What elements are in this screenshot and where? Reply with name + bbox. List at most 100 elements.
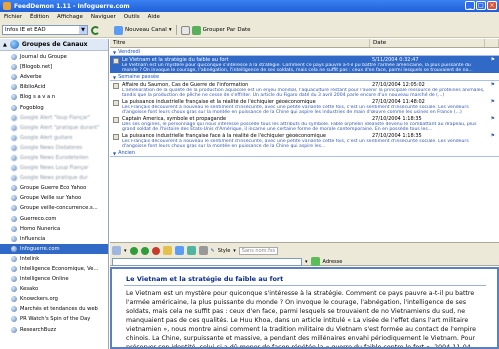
sidebar-feed-item[interactable]: BiblioAcid [0,82,108,92]
sidebar-feed-label: Intelligence Online [20,276,69,283]
sidebar-feed-item[interactable]: Groupe Veille sur Yahoo [0,193,108,203]
collapse-icon[interactable]: ▲ [3,42,7,48]
sidebar-feed-item[interactable]: Adverbe [0,72,108,82]
feed-list: Journal du Groupe [Blogob.net] Adverbe Bibl… [0,51,108,335]
print-icon[interactable] [162,246,172,255]
sidebar-feed-item[interactable]: Google News pratique dur [0,173,108,183]
sidebar-feed-item[interactable]: Homo Nunerica [0,224,108,234]
feed-icon [11,296,17,303]
date-group-header[interactable]: ▼ Vendredi [110,49,499,56]
sidebar-feed-item[interactable]: Influencia [0,234,108,244]
chevron-down-icon[interactable]: ▾ [305,259,308,265]
collapse-icon[interactable]: ▼ [113,151,116,156]
bookmark-icon[interactable] [186,246,196,255]
stop-icon[interactable] [151,246,160,255]
sidebar-feed-item[interactable]: Kesako [0,284,108,294]
sidebar-feed-item[interactable]: Google News Loup Fiançar [0,163,108,173]
collapse-icon[interactable]: ▼ [113,75,116,80]
group-by-label: Grouper Par [202,27,236,33]
sidebar-feed-item[interactable]: ResearchBuzz [0,325,108,335]
article-viewer-title[interactable]: Le Vietnam et la stratégie du faible au … [126,275,283,283]
minimize-button[interactable]: _ [465,1,475,10]
sidebar-feed-item[interactable]: Marchés et tendances du web [0,304,108,314]
chevron-down-icon[interactable]: ▼ [79,26,87,34]
sidebar-feed-item[interactable]: Infoguerre.com [0,243,108,254]
flag-icon[interactable]: ⚑ [491,57,495,63]
edit-icon[interactable] [180,25,190,35]
search-icon[interactable] [198,246,208,255]
article-row[interactable]: Captain America, symbole et propagande 27… [110,115,499,132]
sidebar-feed-item[interactable]: PR Watch's Spin of the Day [0,314,108,324]
date-group-title: Semaine passée [118,74,160,80]
sidebar-feed-item[interactable]: Groupe veille-concurrence.s... [0,203,108,213]
article-row[interactable]: La puissance industrielle française et l… [110,98,499,115]
channel-groups-title: Groupes de Canaux [21,41,88,48]
sidebar-feed-item[interactable]: Google Alert guitare [0,133,108,143]
maximize-button[interactable]: □ [476,1,486,10]
sidebar-feed-label: Guerreco.com [20,215,57,222]
sidebar-feed-label: Google Alert guitare [20,134,73,141]
feed-icon [11,195,17,202]
menu-aide[interactable]: Aide [148,14,160,20]
sidebar-feed-item[interactable]: Groupe Guerre Eco Yahoo [0,183,108,193]
menu-naviguer[interactable]: Naviguer [91,14,116,20]
email-icon[interactable] [174,246,184,255]
sidebar-feed-label: [Blogob.net] [20,64,53,71]
sidebar-feed-item[interactable]: Knowckers.org [0,294,108,304]
check-icon[interactable] [191,25,201,35]
style-label[interactable]: Style [218,248,231,254]
sidebar-feed-item[interactable]: Fogoblog [0,102,108,112]
sidebar-feed-label: Google Alert "pratique durant" [20,124,100,131]
sidebar-feed-item[interactable]: [Blogob.net] [0,62,108,72]
new-channel-icon [114,25,123,35]
sidebar-feed-item[interactable]: Guerreco.com [0,214,108,224]
column-flag[interactable] [485,39,499,47]
palette-icon[interactable]: ✎ [211,248,215,254]
sidebar-feed-item[interactable]: Journal du Groupe [0,52,108,62]
chevron-down-icon[interactable]: ▾ [169,27,172,33]
menu-outils[interactable]: Outils [124,14,140,20]
article-row[interactable]: Le Vietnam et la stratégie du faible au … [110,56,499,73]
refresh-icon[interactable] [91,26,100,35]
article-row[interactable]: Affaire du Saumon, Cas de Guerre de l'in… [110,81,499,98]
style-select[interactable]: Sans nom.fss [238,246,279,255]
article-row[interactable]: La puissance industrielle française face… [110,132,499,149]
sidebar-feed-item[interactable]: Google Alert "Ioup Fiançar" [0,113,108,123]
flag-icon[interactable]: ⚑ [491,116,495,122]
go-icon[interactable] [310,257,320,266]
feed-selector[interactable]: Infos IE et EAD ▼ [2,25,88,35]
sidebar-feed-item[interactable]: Blog s a v a n [0,92,108,102]
date-group-header[interactable]: ▼ Semaine passée [110,74,499,81]
sidebar-feed-item[interactable]: Google News Eurodeteilen [0,153,108,163]
feed-icon [11,306,17,313]
address-input[interactable] [112,257,302,266]
menu-affichage[interactable]: Affichage [57,14,83,20]
sidebar-feed-item[interactable]: Intelligence Online [0,274,108,284]
new-channel-button[interactable]: Nouveau Canal [125,27,167,33]
sidebar-feed-item[interactable]: Google News Dodateres [0,143,108,153]
layout-icon[interactable] [112,246,121,255]
menu-edition[interactable]: Édition [30,14,49,20]
sidebar-feed-item[interactable]: Intelink [0,254,108,264]
collapse-icon[interactable]: ▼ [113,50,116,55]
sidebar-feed-item[interactable]: Intelligence Economique, Ve... [0,264,108,274]
sidebar-feed-label: Groupe Guerre Eco Yahoo [20,185,87,192]
flag-icon[interactable]: ⚑ [491,99,495,105]
group-by-value[interactable]: Date [237,27,250,33]
menu-fichier[interactable]: Fichier [4,14,22,20]
column-date[interactable]: Date [370,39,485,47]
forward-icon[interactable] [140,246,149,255]
channel-groups-header[interactable]: ▲ Groupes de Canaux [0,39,108,51]
sidebar-feed-item[interactable]: Google Alert "pratique durant" [0,123,108,133]
back-icon[interactable] [129,246,138,255]
flag-icon[interactable]: ⚑ [491,133,495,139]
date-group-header[interactable]: ▼ Ancien [110,150,499,157]
column-title[interactable]: Titre [110,39,370,47]
flag-icon[interactable]: ⚑ [491,82,495,88]
article-summary: Dès ses origines, le personnage qui nous… [122,122,477,132]
feed-icon [11,104,17,111]
sidebar-feed-label: Infoguerre.com [20,245,60,252]
chevron-down-icon[interactable]: ▾ [124,248,127,254]
chevron-down-icon[interactable]: ▾ [233,248,236,254]
close-button[interactable]: × [487,1,497,10]
